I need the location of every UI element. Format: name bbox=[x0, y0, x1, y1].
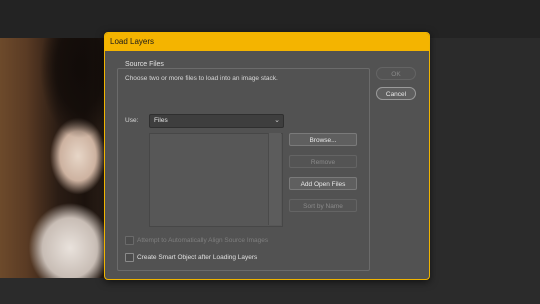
cancel-button[interactable]: Cancel bbox=[376, 87, 416, 100]
remove-button[interactable]: Remove bbox=[289, 155, 357, 168]
auto-align-checkbox[interactable] bbox=[125, 236, 134, 245]
add-open-files-button[interactable]: Add Open Files bbox=[289, 177, 357, 190]
auto-align-label: Attempt to Automatically Align Source Im… bbox=[137, 237, 269, 244]
smart-object-checkbox[interactable] bbox=[125, 253, 134, 262]
chevron-down-icon: ⌄ bbox=[274, 117, 280, 124]
load-layers-dialog: Load Layers Source Files Choose two or m… bbox=[104, 32, 430, 280]
dialog-title: Load Layers bbox=[110, 37, 155, 46]
dialog-titlebar[interactable]: Load Layers bbox=[105, 33, 429, 51]
workspace-bottom bbox=[0, 278, 540, 304]
source-files-label: Source Files bbox=[123, 61, 166, 68]
source-files-description: Choose two or more files to load into an… bbox=[125, 75, 278, 82]
ok-button[interactable]: OK bbox=[376, 67, 416, 80]
browse-button[interactable]: Browse... bbox=[289, 133, 357, 146]
sort-by-name-button[interactable]: Sort by Name bbox=[289, 199, 357, 212]
file-list[interactable] bbox=[149, 133, 283, 227]
use-label: Use: bbox=[125, 117, 139, 124]
file-list-scrollbar[interactable] bbox=[268, 133, 281, 225]
smart-object-label: Create Smart Object after Loading Layers bbox=[137, 254, 258, 261]
background-photo-shadow bbox=[40, 38, 106, 158]
use-select-value: Files bbox=[154, 117, 168, 124]
use-select[interactable]: Files ⌄ bbox=[149, 114, 284, 128]
